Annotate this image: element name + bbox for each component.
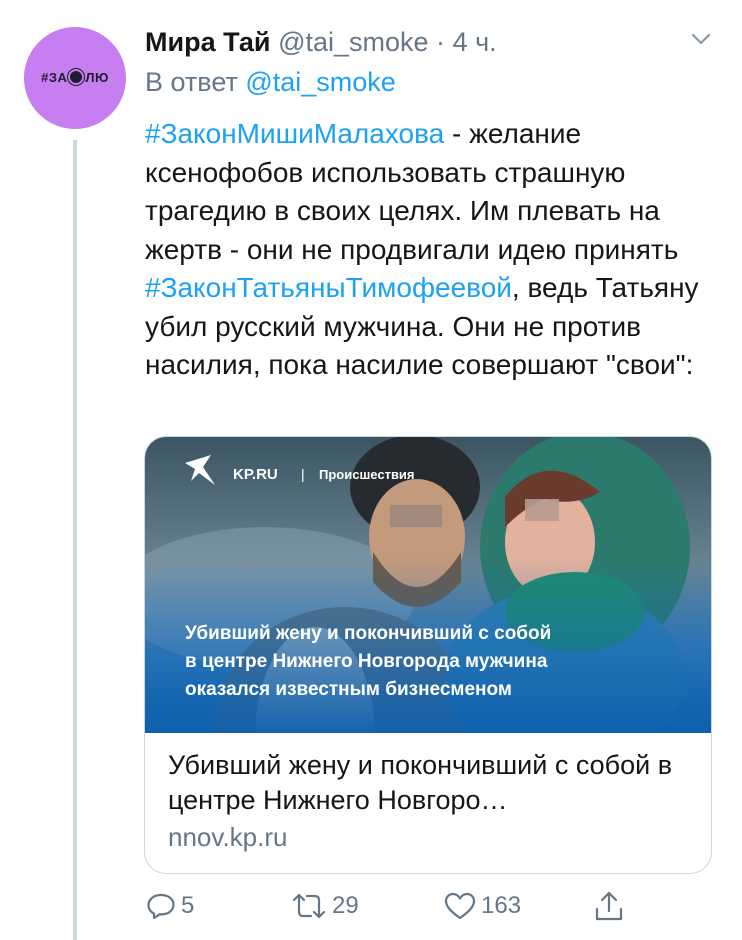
reply-count: 5 [181, 892, 195, 919]
avatar-logo: #ЗА ЛЮ [41, 69, 109, 86]
author-name[interactable]: Мира Тай [145, 27, 271, 57]
chevron-down-icon[interactable] [690, 28, 712, 50]
link-card[interactable]: KP.RU | Происшествия Убивший жену и поко… [144, 436, 712, 874]
svg-text:оказался известным бизнесменом: оказался известным бизнесменом [185, 679, 512, 700]
reply-handle-link[interactable]: @tai_smoke [245, 67, 395, 97]
reply-icon [147, 893, 175, 920]
retweet-count: 29 [332, 892, 359, 919]
like-count: 163 [481, 892, 522, 919]
retweet-icon [292, 893, 326, 919]
card-domain: nnov.kp.ru [168, 822, 288, 852]
author-handle[interactable]: @tai_smoke [278, 27, 428, 57]
share-icon [595, 891, 623, 921]
reply-context: В ответ @tai_smoke [145, 64, 396, 100]
tweet-time[interactable]: 4 ч. [453, 27, 497, 57]
tweet-text: #ЗаконМишиМалахова - желание ксенофобов … [145, 115, 720, 385]
svg-text:KP.RU: KP.RU [233, 466, 278, 483]
svg-text:в центре Нижнего Новгорода муж: в центре Нижнего Новгорода мужчина [185, 651, 548, 672]
card-image: KP.RU | Происшествия Убивший жену и поко… [145, 437, 711, 733]
svg-text:|: | [301, 466, 305, 482]
avatar[interactable]: #ЗА ЛЮ [24, 27, 126, 129]
tweet-header: Мира Тай @tai_smoke · 4 ч. [145, 23, 497, 61]
svg-text:Происшествия: Происшествия [319, 467, 415, 482]
tweet-actions: 5 29 163 [145, 886, 685, 926]
svg-text:Убивший жену и покончивший с с: Убивший жену и покончивший с собой [185, 623, 551, 644]
reply-prefix: В ответ [145, 67, 238, 97]
thread-line [73, 140, 77, 940]
retweet-button[interactable]: 29 [290, 886, 359, 926]
separator-dot: · [436, 27, 446, 57]
hashtag-link[interactable]: #ЗаконМишиМалахова [145, 118, 444, 149]
card-meta: Убивший жену и покончивший с собой в цен… [168, 748, 698, 854]
like-button[interactable]: 163 [443, 886, 521, 926]
reply-button[interactable]: 5 [145, 886, 194, 926]
hashtag-link[interactable]: #ЗаконТатьяныТимофеевой [145, 272, 512, 303]
share-button[interactable] [593, 886, 629, 926]
heart-icon [444, 892, 476, 920]
card-title: Убивший жену и покончивший с собой в цен… [168, 750, 673, 815]
